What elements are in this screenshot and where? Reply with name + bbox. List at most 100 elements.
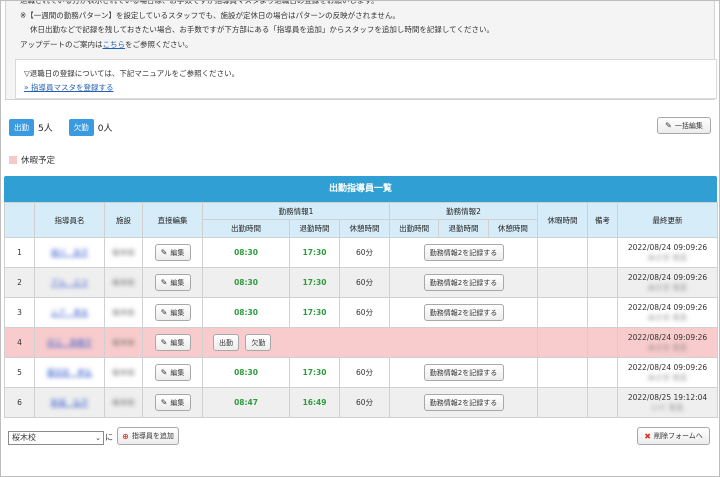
notice-line: 休日出勤などで記録を残しておきたい場合、お手数ですが下方部にある「指導員を追加」… [30, 25, 494, 34]
mark-absent-button[interactable]: 欠勤 [245, 334, 272, 351]
record-work2-button[interactable]: 勤務情報2を記録する [423, 274, 504, 291]
break-cell: 60分 [338, 267, 391, 298]
updated-by: みさき 先生 [647, 282, 688, 292]
edit-button[interactable]: ✎ 編集 [154, 244, 191, 261]
updated-by: みさき 先生 [647, 372, 688, 382]
updated-at: 2022/08/24 09:09:26 [627, 242, 708, 252]
school-select[interactable]: 桜木校 ⌄ [8, 431, 104, 445]
record-work2-button[interactable]: 勤務情報2を記録する [423, 364, 504, 381]
table-row: 2 アル エマ 桜木校 ✎ 編集 08:30 17:30 60分 勤務情報2を記録… [4, 267, 719, 298]
break-cell: 60分 [338, 357, 391, 388]
edit-icon: ✎ [160, 368, 168, 377]
edit-button[interactable]: ✎ 編集 [154, 394, 191, 411]
chevron-down-icon: ⌄ [95, 434, 101, 442]
table-row: 6 新城 弘子 桜木校 ✎ 編集 08:47 16:49 60分 勤務情報2を記録… [4, 387, 719, 418]
clock-out-cell: 16:49 [289, 387, 340, 418]
bulk-edit-button[interactable]: ✎ 一括編集 [657, 117, 711, 134]
updated-by: みさき 先生 [647, 312, 688, 322]
clock-in-cell: 08:30 [202, 237, 290, 268]
col-direct-edit: 直接編集 [142, 202, 203, 238]
updated-at: 2022/08/24 09:09:26 [627, 332, 708, 342]
close-icon: ✖ [644, 431, 651, 441]
clock-in-cell: 08:30 [202, 297, 290, 328]
row-no: 1 [4, 237, 35, 268]
edit-icon: ✎ [160, 308, 168, 317]
clock-in-cell: 08:30 [202, 357, 290, 388]
attendance-page: 退職されている方が表示されている場合は、お手数ですが指導員マスタより退職日の登録… [0, 0, 720, 477]
edit-icon: ✎ [160, 398, 168, 407]
record-work2-button[interactable]: 勤務情報2を記録する [423, 304, 504, 321]
edit-button[interactable]: ✎ 編集 [154, 304, 191, 321]
row-no: 5 [4, 357, 35, 388]
col-no [4, 202, 35, 238]
register-instructor-master-link[interactable]: » 指導員マスタを登録する [24, 83, 113, 92]
notice-line: 退職されている方が表示されている場合は、お手数ですが指導員マスタより退職日の登録… [20, 0, 379, 5]
updated-by: みさき 先生 [647, 252, 688, 262]
col-work2: 勤務情報2 [389, 202, 539, 220]
instructor-name-link[interactable]: アル エマ [51, 278, 88, 287]
clock-in-cell: 08:47 [202, 387, 290, 418]
updated-at: 2022/08/24 09:09:26 [627, 362, 708, 372]
attendance-counts: 出勤 5人 欠勤 0人 [9, 119, 112, 136]
row-no: 4 [4, 327, 35, 358]
update-info-link[interactable]: こちら [103, 40, 126, 49]
col-notes: 備考 [587, 202, 619, 238]
record-work2-button[interactable]: 勤務情報2を記録する [423, 394, 504, 411]
add-instructor-button[interactable]: ⊕ 指導員を追加 [117, 427, 179, 445]
notice-line: アップデートのご案内はこちらをご参照ください。 [20, 39, 193, 49]
table-row: 5 藤田宮 孝弘 桜木校 ✎ 編集 08:30 17:30 60分 勤務情報2を記… [4, 357, 719, 388]
table-row: 1 堀川 良子 桜木校 ✎ 編集 08:30 17:30 60分 勤務情報2を記録… [4, 237, 719, 268]
updated-at: 2022/08/24 09:09:26 [627, 272, 708, 282]
absent-badge: 欠勤 [68, 119, 94, 136]
break-cell: 60分 [338, 387, 391, 418]
col-name: 指導員名 [34, 202, 105, 238]
edit-button[interactable]: ✎ 編集 [154, 334, 191, 351]
edit-icon: ✎ [160, 278, 168, 287]
table-row: 3 ムア 孝夫 桜木校 ✎ 編集 08:30 17:30 60分 勤務情報2を記録… [4, 297, 719, 328]
instructor-name-link[interactable]: 堀川 良子 [51, 248, 89, 257]
col-leave-time: 休暇時間 [537, 202, 589, 238]
clock-out-cell: 17:30 [289, 297, 340, 328]
delete-form-button[interactable]: ✖ 削除フォームへ [637, 427, 710, 445]
updated-by: いぐ 先生 [651, 402, 684, 412]
edit-button[interactable]: ✎ 編集 [154, 364, 191, 381]
col-clock-in: 出勤時間 [202, 219, 290, 238]
col-break: 休憩時間 [338, 219, 391, 238]
notice-panel: 退職されている方が表示されている場合は、お手数ですが指導員マスタより退職日の登録… [5, 0, 717, 100]
facility-cell: 桜木校 [112, 308, 135, 317]
col-work2-sub: 出勤時間 退勤時間 休憩時間 [389, 219, 539, 238]
notice-line: ※【一週間の勤務パターン】を設定しているスタッフでも、施設が定休日の場合はパター… [20, 10, 400, 20]
row-no: 6 [4, 387, 35, 418]
clock-out-cell: 17:30 [289, 267, 340, 298]
facility-cell: 桜木校 [112, 278, 135, 287]
col-facility: 施設 [104, 202, 143, 238]
break-cell: 60分 [338, 297, 391, 328]
instructor-name-link[interactable]: 新城 弘子 [51, 398, 89, 407]
leave-legend: 休暇予定 [9, 154, 55, 166]
mark-present-button[interactable]: 出勤 [213, 334, 239, 351]
break-cell: 60分 [338, 237, 391, 268]
instructor-name-link[interactable]: 藤田宮 孝弘 [47, 368, 92, 377]
table-title: 出勤指導員一覧 [4, 176, 717, 202]
record-work2-button[interactable]: 勤務情報2を記録する [423, 244, 504, 261]
manual-text: ▽退職日の登録については、下記マニュアルをご参照ください。 [24, 69, 240, 78]
updated-by: みさき 先生 [647, 342, 688, 352]
leave-swatch [9, 156, 17, 164]
facility-cell: 桜木校 [112, 398, 135, 407]
attendance-table: 出勤指導員一覧 指導員名 施設 直接編集 勤務情報1 勤務情報2 休暇時間 備考… [4, 176, 719, 418]
col-updated: 最終更新 [617, 202, 719, 238]
edit-icon: ✎ [665, 121, 672, 130]
updated-at: 2022/08/25 19:12:04 [627, 392, 708, 402]
instructor-name-link[interactable]: ムア 孝夫 [51, 308, 89, 317]
instructor-name-link[interactable]: 近江 美穂子 [47, 338, 92, 347]
plus-circle-icon: ⊕ [122, 431, 129, 441]
row-no: 3 [4, 297, 35, 328]
present-badge: 出勤 [9, 119, 34, 136]
col-work1: 勤務情報1 [201, 202, 391, 220]
manual-box: ▽退職日の登録については、下記マニュアルをご参照ください。 » 指導員マスタを登… [15, 59, 717, 99]
facility-cell: 桜木校 [112, 248, 135, 257]
absent-count: 0人 [97, 124, 113, 134]
updated-at: 2022/08/24 09:09:26 [627, 302, 708, 312]
edit-button[interactable]: ✎ 編集 [154, 274, 191, 291]
col-clock-out: 退勤時間 [289, 219, 340, 238]
